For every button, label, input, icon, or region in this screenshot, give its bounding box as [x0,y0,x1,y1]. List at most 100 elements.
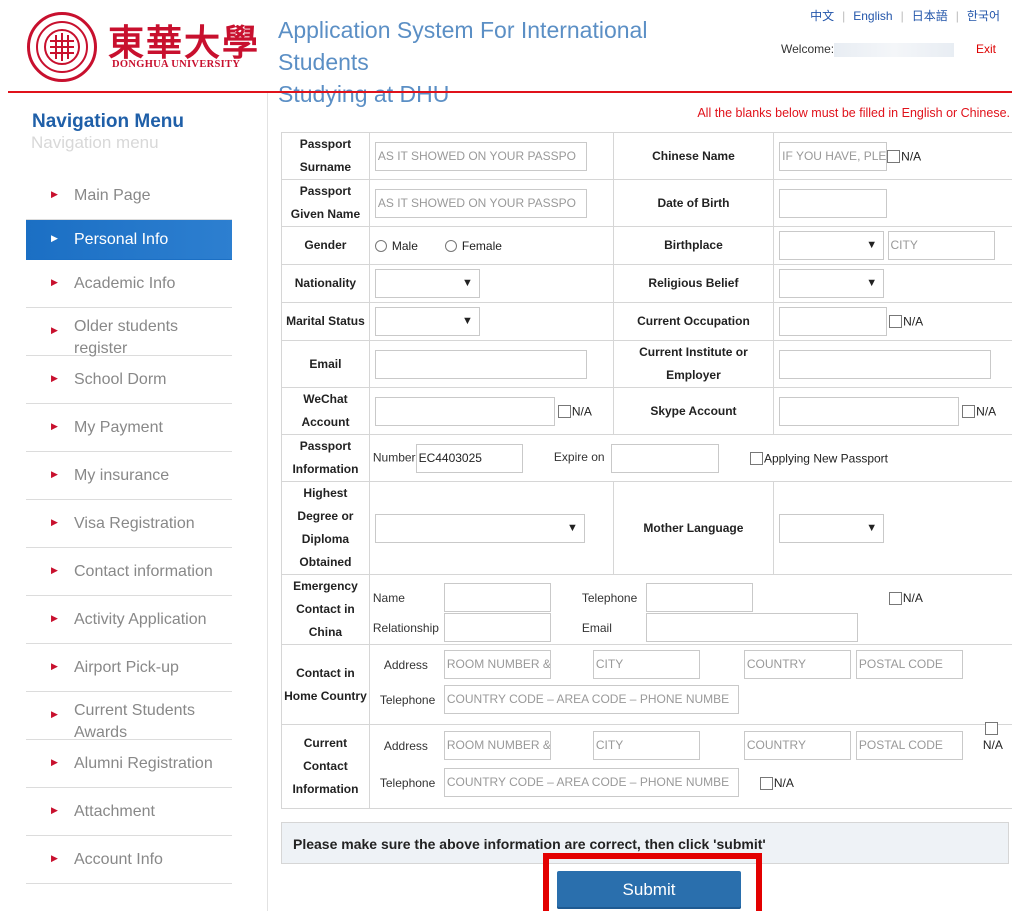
form-notice: All the blanks below must be filled in E… [697,106,1010,120]
sidebar-item-activity-application[interactable]: ▶ Activity Application [26,596,232,644]
lang-english-link[interactable]: English [853,9,892,23]
bullet-icon: ▶ [51,757,58,767]
passport-number-input[interactable]: EC4403025 [415,443,523,473]
emergency-email-input[interactable] [645,612,858,642]
highest-degree-label: Highest Degree or Diploma Obtained [281,481,370,575]
birthplace-country-select[interactable]: ▼ [779,231,885,260]
home-telephone-input[interactable]: COUNTRY CODE – AREA CODE – PHONE NUMBE [443,684,739,714]
current-contact-label: Current Contact Information [281,724,370,809]
sidebar-item-my-insurance[interactable]: ▶ My insurance [26,452,232,500]
lang-japanese-link[interactable]: 日本語 [912,9,948,23]
occupation-na-label: N/A [903,314,924,329]
skype-na-checkbox[interactable] [962,404,976,418]
emergency-name-input[interactable] [443,582,551,612]
new-passport-checkbox[interactable] [749,451,763,465]
wechat-account-label: WeChat Account [281,387,370,435]
sidebar-item-my-payment[interactable]: ▶ My Payment [26,404,232,452]
sidebar-item-airport-pickup[interactable]: ▶ Airport Pick-up [26,644,232,692]
submit-button[interactable]: Submit [557,871,741,909]
birthplace-city-input[interactable]: CITY [887,231,995,260]
gender-male-radio[interactable] [374,239,387,252]
current-postal-code-input[interactable]: POSTAL CODE [855,730,963,760]
sidebar-item-visa-registration[interactable]: ▶ Visa Registration [26,500,232,548]
home-telephone-label: Telephone [379,692,436,707]
sidebar-item-label: Contact information [74,563,213,580]
current-telephone-na-checkbox[interactable] [759,776,773,790]
home-contact-label: Contact in Home Country [281,644,370,725]
home-postal-code-input[interactable]: POSTAL CODE [855,649,963,679]
home-city-input[interactable]: CITY [592,649,700,679]
bullet-icon: ▶ [51,613,58,623]
chinese-name-input[interactable]: IF YOU HAVE, PLE [779,141,888,171]
home-country-input[interactable]: COUNTRY [743,649,851,679]
current-telephone-na-label: N/A [773,775,794,790]
religious-belief-select[interactable]: ▼ [779,269,885,298]
current-institute-input[interactable] [779,349,992,379]
mother-language-select[interactable]: ▼ [779,513,885,543]
bullet-icon: ▶ [51,325,58,335]
lang-korean-link[interactable]: 한국어 [967,9,1000,23]
emergency-telephone-input[interactable] [645,582,753,612]
passport-surname-label: Passport Surname [281,132,370,180]
current-address-na-checkbox[interactable] [984,721,998,735]
chevron-down-icon: ▼ [866,239,878,251]
sidebar-item-alumni-registration[interactable]: ▶ Alumni Registration [26,740,232,788]
passport-information-label: Passport Information [281,434,370,482]
dob-input[interactable] [779,188,888,218]
sidebar-item-school-dorm[interactable]: ▶ School Dorm [26,356,232,404]
sidebar-item-current-students-awards[interactable]: ▶ Current Students Awards [26,692,232,741]
wechat-na-checkbox[interactable] [557,404,571,418]
passport-given-name-input[interactable]: AS IT SHOWED ON YOUR PASSPO [374,188,587,218]
passport-expire-input[interactable] [610,443,719,473]
email-input[interactable] [374,349,587,379]
bullet-icon: ▶ [51,277,58,287]
highest-degree-select[interactable]: ▼ [374,513,585,543]
emergency-name-label: Name [372,590,405,605]
new-passport-label: Applying New Passport [763,451,889,465]
home-address-input[interactable]: ROOM NUMBER & [443,649,551,679]
app-title-line1: Application System For International Stu… [278,17,648,75]
exit-link[interactable]: Exit [976,42,996,56]
sidebar-item-main-page[interactable]: ▶ Main Page [26,172,232,220]
chinese-name-na-checkbox[interactable] [887,149,901,163]
sidebar-item-label: Main Page [74,187,151,204]
wechat-account-input[interactable] [374,396,555,426]
emergency-na-label: N/A [902,590,923,605]
nationality-select[interactable]: ▼ [374,269,480,298]
sidebar-item-label: Account Info [74,851,163,868]
occupation-na-checkbox[interactable] [889,315,903,328]
current-address-label: Address [383,738,428,753]
emergency-na-checkbox[interactable] [888,591,902,605]
sidebar-item-label: My insurance [74,467,170,484]
sidebar-item-contact-information[interactable]: ▶ Contact information [26,548,232,596]
skype-account-input[interactable] [779,396,960,426]
marital-status-select[interactable]: ▼ [374,307,480,336]
lang-chinese-link[interactable]: 中文 [810,9,834,23]
current-occupation-input[interactable] [779,307,888,336]
current-address-input[interactable]: ROOM NUMBER & [443,730,551,760]
nav-title: Navigation Menu [32,111,185,132]
home-address-label: Address [383,657,428,672]
current-institute-label: Current Institute or Employer [612,340,775,388]
bullet-icon: ▶ [51,805,58,815]
sidebar-item-older-students-register[interactable]: ▶ Older students register [26,308,232,357]
bullet-icon: ▶ [51,233,58,243]
sidebar-item-attachment[interactable]: ▶ Attachment [26,788,232,836]
sidebar-item-personal-info[interactable]: ▶ Personal Info [26,220,232,260]
gender-female-radio[interactable] [444,239,457,252]
sidebar-item-academic-info[interactable]: ▶ Academic Info [26,260,232,308]
emergency-relationship-input[interactable] [443,612,551,642]
sidebar-item-account-info[interactable]: ▶ Account Info [26,836,232,884]
current-city-input[interactable]: CITY [592,730,700,760]
current-address-na-label: N/A [982,737,1003,752]
language-switcher: 中文 | English | 日本語 | 한국어 [810,9,1000,23]
mother-language-label: Mother Language [612,481,775,575]
gender-male-label: Male [391,238,418,253]
nationality-label: Nationality [281,264,370,303]
passport-surname-input[interactable]: AS IT SHOWED ON YOUR PASSPO [374,141,587,171]
gender-label: Gender [281,226,370,265]
sidebar-item-label: Attachment [74,803,155,820]
current-telephone-input[interactable]: COUNTRY CODE – AREA CODE – PHONE NUMBE [443,767,739,797]
chevron-down-icon: ▼ [866,277,878,289]
current-country-input[interactable]: COUNTRY [743,730,851,760]
